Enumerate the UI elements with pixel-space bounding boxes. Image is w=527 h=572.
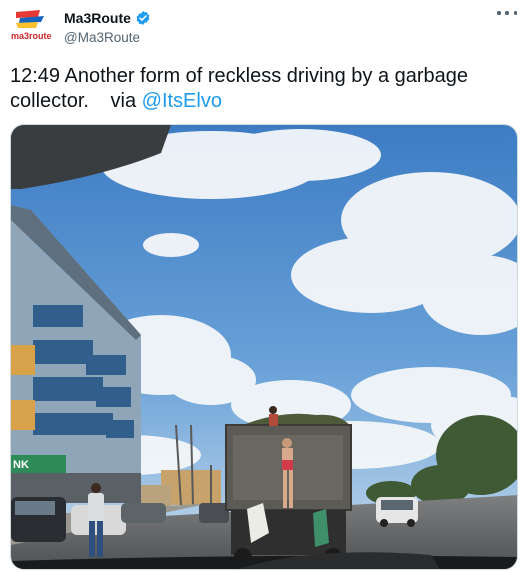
handle[interactable]: @Ma3Route (64, 30, 151, 45)
street-photo: NK (11, 125, 517, 569)
tweet-photo[interactable]: NK (10, 124, 518, 570)
white-car (376, 497, 418, 527)
name-row: Ma3Route (64, 9, 151, 27)
tweet-text: 12:49 Another form of reckless driving b… (10, 64, 515, 114)
garbage-truck (225, 406, 352, 566)
verified-badge-icon (135, 10, 151, 26)
tweet-card: ma3route Ma3Route @Ma3Route 12:49 Anothe… (0, 0, 527, 572)
avatar-logo-text: ma3route (11, 31, 52, 41)
more-horizontal-icon[interactable] (497, 6, 517, 20)
via-label: via (110, 90, 137, 112)
ma3route-logo: ma3route (11, 10, 52, 41)
mention-link[interactable]: @ItsElvo (142, 90, 222, 112)
display-name[interactable]: Ma3Route (64, 10, 131, 26)
avatar[interactable]: ma3route (10, 8, 54, 44)
shop-sign-text: NK (13, 459, 29, 471)
tweet-body: 12:49 Another form of reckless driving b… (10, 65, 469, 112)
author-block: Ma3Route @Ma3Route (64, 9, 151, 45)
